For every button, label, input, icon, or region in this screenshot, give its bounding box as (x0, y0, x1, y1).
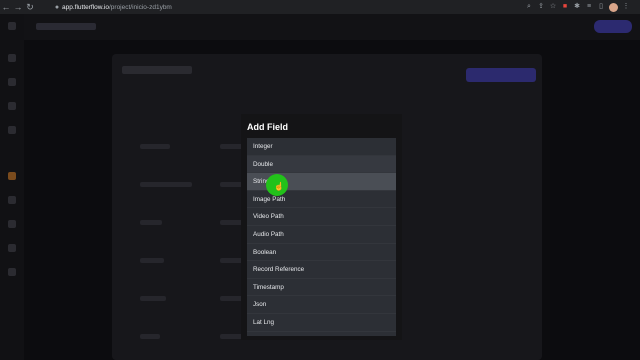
app-topbar (24, 14, 640, 40)
run-button[interactable] (594, 20, 632, 33)
panel-title (122, 66, 192, 74)
field-type-option[interactable]: Json (247, 296, 396, 314)
rail-icon[interactable] (8, 220, 16, 228)
hand-cursor-icon: ☝ (274, 182, 284, 191)
reload-icon[interactable]: ↻ (24, 0, 36, 14)
rail-icon[interactable] (8, 268, 16, 276)
browser-toolbar: ← → ↻ ● app.flutterflow.io /project/inic… (0, 0, 640, 14)
forward-icon[interactable]: → (12, 0, 24, 14)
star-icon[interactable]: ☆ (549, 3, 557, 11)
address-bar[interactable]: ● app.flutterflow.io /project/inicio-zd1… (52, 2, 452, 12)
rail-icon[interactable] (8, 102, 16, 110)
panel-action-button[interactable] (466, 68, 536, 82)
field-type-option[interactable]: Lat Lng (247, 314, 396, 332)
sidebar-icon[interactable]: ▯ (597, 3, 605, 11)
field-type-option[interactable]: Audio Path (247, 226, 396, 244)
rail-icon[interactable] (8, 196, 16, 204)
field-type-option[interactable]: Integer (247, 138, 396, 156)
puzzle-icon[interactable]: ✱ (573, 3, 581, 11)
back-icon[interactable]: ← (0, 0, 12, 14)
add-field-dialog: Add Field Integer Double String Image Pa… (241, 114, 402, 340)
extension-bar: ⌕ ⇪ ☆ ■ ✱ ≡ ▯ ⋮ (525, 2, 630, 12)
field-type-option[interactable]: Video Path (247, 208, 396, 226)
rail-icon[interactable] (8, 78, 16, 86)
url-host: app.flutterflow.io (62, 3, 109, 11)
rail-icon[interactable] (8, 126, 16, 134)
field-type-option[interactable]: Timestamp (247, 279, 396, 297)
extension-icon[interactable]: ■ (561, 3, 569, 11)
url-path: /project/inicio-zd1ybm (108, 3, 172, 11)
dialog-title: Add Field (247, 122, 288, 132)
rail-icon[interactable] (8, 54, 16, 62)
field-type-list: Integer Double String Image Path Video P… (247, 138, 396, 336)
field-type-option[interactable]: Double (247, 155, 396, 174)
menu-icon[interactable]: ≡ (585, 3, 593, 11)
rail-icon[interactable] (8, 22, 16, 30)
rail-icon[interactable] (8, 172, 16, 180)
field-type-option[interactable]: Record Reference (247, 261, 396, 279)
left-rail (0, 14, 24, 360)
more-icon[interactable]: ⋮ (622, 3, 630, 11)
share-icon[interactable]: ⇪ (537, 3, 545, 11)
rail-icon[interactable] (8, 244, 16, 252)
search-icon[interactable]: ⌕ (525, 3, 533, 11)
screen: ← → ↻ ● app.flutterflow.io /project/inic… (0, 0, 640, 360)
lock-icon: ● (54, 3, 60, 11)
app-logo (36, 23, 96, 30)
avatar[interactable] (609, 2, 618, 12)
field-type-option[interactable]: Boolean (247, 244, 396, 262)
